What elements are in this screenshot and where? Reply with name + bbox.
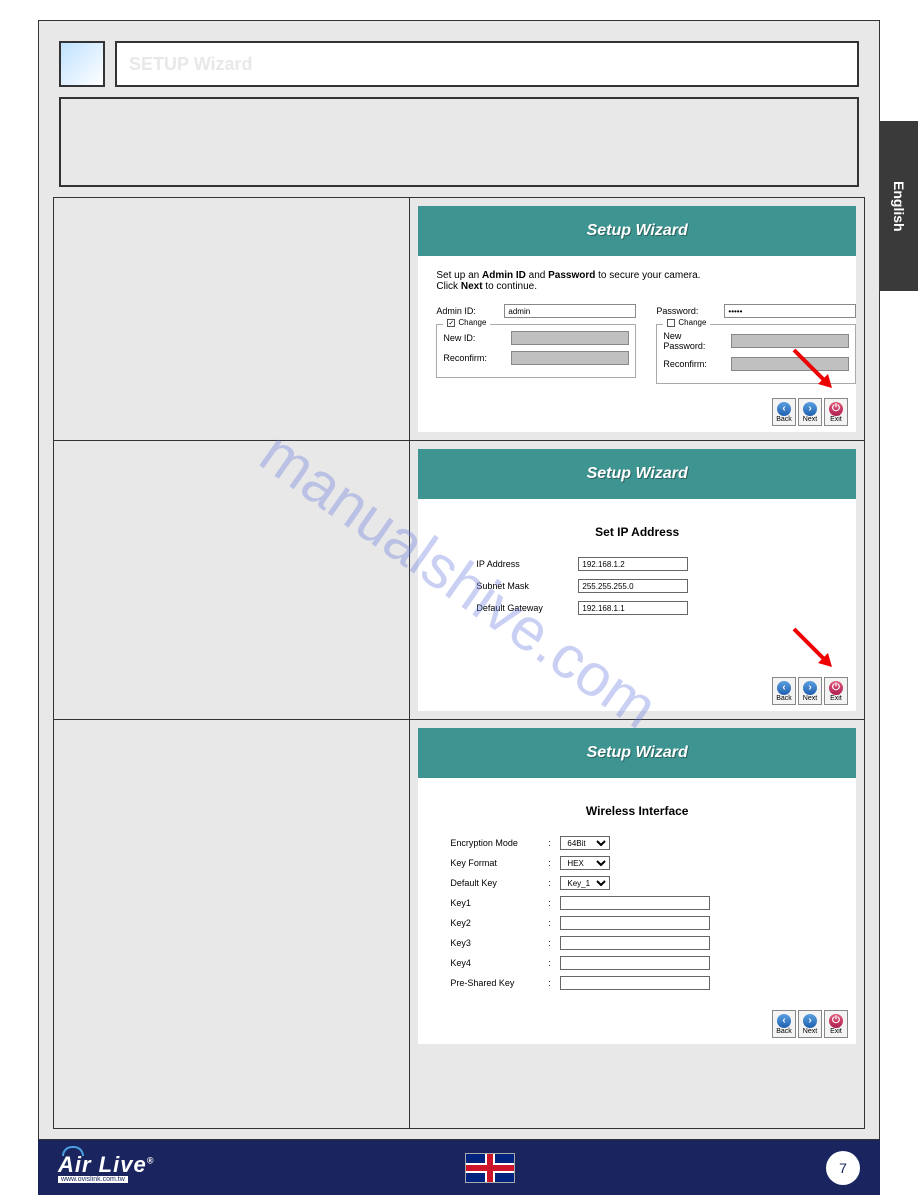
encryption-mode-select[interactable]: 64Bit xyxy=(560,836,610,850)
password-input[interactable] xyxy=(724,304,856,318)
label-newid: New ID: xyxy=(443,333,505,343)
default-key-select[interactable]: Key_1 xyxy=(560,876,610,890)
wizard-panel-3: Setup Wizard Wireless Interface Encrypti… xyxy=(418,728,856,1044)
label-key3: Key3 xyxy=(450,938,540,948)
new-password-input[interactable] xyxy=(731,334,849,348)
new-id-input[interactable] xyxy=(511,331,629,345)
wizard-title: Setup Wizard xyxy=(587,744,688,762)
label-defaultkey: Default Key xyxy=(450,878,540,888)
label-subnet: Subnet Mask xyxy=(476,581,566,591)
wizard-title: Setup Wizard xyxy=(587,465,688,483)
exit-button[interactable]: ⏻Exit xyxy=(824,398,848,426)
key2-input[interactable] xyxy=(560,916,710,930)
wizard-intro: Set up an Admin ID and Password to secur… xyxy=(436,270,838,292)
label-keyformat: Key Format xyxy=(450,858,540,868)
key4-input[interactable] xyxy=(560,956,710,970)
row1-body: The setup wizard is started. If you want… xyxy=(68,236,388,304)
label-psk: Pre-Shared Key xyxy=(450,978,540,988)
reconfirm-password-input[interactable] xyxy=(731,357,849,371)
ip-address-input[interactable] xyxy=(578,557,688,571)
label-password: Password: xyxy=(656,306,718,316)
label-reconfirm-pw: Reconfirm: xyxy=(663,359,725,369)
label-key4: Key4 xyxy=(450,958,540,968)
label-gateway: Default Gateway xyxy=(476,603,566,613)
label-encryption: Encryption Mode xyxy=(450,838,540,848)
wizard-subheader: Wireless Interface xyxy=(436,804,838,818)
change-pw-checkbox[interactable] xyxy=(667,319,675,327)
header-icon xyxy=(59,41,105,87)
next-button[interactable]: ›Next xyxy=(798,1010,822,1038)
exit-button[interactable]: ⏻Exit xyxy=(824,1010,848,1038)
brand-logo: Air Live® www.ovislink.com.tw xyxy=(58,1152,154,1183)
label-newpw: New Password: xyxy=(663,331,725,351)
key-format-select[interactable]: HEX xyxy=(560,856,610,870)
next-button[interactable]: ›Next xyxy=(798,398,822,426)
row2-title: IP Configuration: xyxy=(68,461,165,475)
wizard-panel-1: Setup Wizard Set up an Admin ID and Pass… xyxy=(418,206,856,432)
next-button[interactable]: ›Next xyxy=(798,677,822,705)
wizard-title: Setup Wizard xyxy=(587,222,688,240)
page-footer: Air Live® www.ovislink.com.tw 7 xyxy=(38,1140,880,1195)
admin-id-input[interactable] xyxy=(504,304,636,318)
back-button[interactable]: ‹Back xyxy=(772,1010,796,1038)
key1-input[interactable] xyxy=(560,896,710,910)
gateway-input[interactable] xyxy=(578,601,688,615)
label-adminid: Admin ID: xyxy=(436,306,498,316)
subnet-mask-input[interactable] xyxy=(578,579,688,593)
change-id-checkbox[interactable] xyxy=(447,319,455,327)
psk-input[interactable] xyxy=(560,976,710,990)
back-button[interactable]: ‹Back xyxy=(772,677,796,705)
label-ip: IP Address xyxy=(476,559,566,569)
label-key2: Key2 xyxy=(450,918,540,928)
label-reconfirm-id: Reconfirm: xyxy=(443,353,505,363)
page-number: 7 xyxy=(826,1151,860,1185)
side-tab-language: English xyxy=(879,121,918,291)
reconfirm-id-input[interactable] xyxy=(511,351,629,365)
exit-button[interactable]: ⏻Exit xyxy=(824,677,848,705)
wizard-subheader: Set IP Address xyxy=(436,525,838,539)
row1-title: Setup Admin ID & Password: xyxy=(68,218,233,232)
header-description: Please click "Setup Wizard". The Setup W… xyxy=(59,97,859,187)
label-key1: Key1 xyxy=(450,898,540,908)
uk-flag-icon xyxy=(465,1153,515,1183)
back-button[interactable]: ‹Back xyxy=(772,398,796,426)
wizard-panel-2: Setup Wizard Set IP Address IP Address S… xyxy=(418,449,856,711)
row3-body: If the camera is Wireless model, you nee… xyxy=(68,758,377,808)
page-title: SETUP Wizard xyxy=(115,41,859,87)
row3-title: WEP Configuration: xyxy=(68,740,181,754)
row2-body: Please enter IP Address, Subnet Mask and… xyxy=(68,479,389,511)
key3-input[interactable] xyxy=(560,936,710,950)
